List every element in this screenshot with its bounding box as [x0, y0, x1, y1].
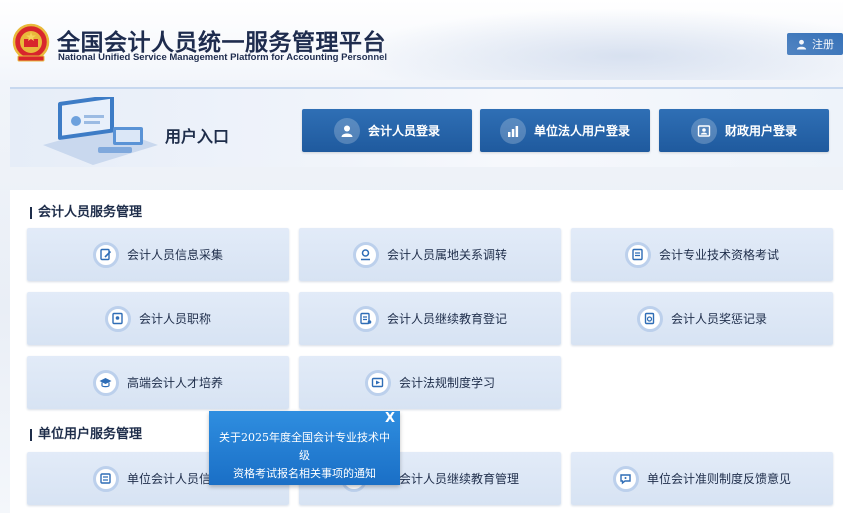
card-label: 高端会计人才培养	[126, 376, 223, 390]
card-label: 会计人员职称	[138, 312, 211, 326]
finance-login-label: 财政用户登录	[724, 124, 797, 138]
location-transfer-icon	[352, 241, 379, 268]
edit-form-icon	[92, 241, 119, 268]
user-entrance-title: 用户入口	[165, 127, 230, 146]
card-qualification-exam[interactable]: 会计专业技术资格考试	[571, 228, 833, 281]
feedback-icon	[612, 465, 639, 492]
user-entrance-banner: 用户入口 会计人员登录 单位法人用户登录 财政用户登录	[10, 87, 843, 167]
card-location-transfer[interactable]: 会计人员属地关系调转	[299, 228, 561, 281]
unit-legal-login-button[interactable]: 单位法人用户登录	[480, 109, 650, 152]
accountant-login-button[interactable]: 会计人员登录	[302, 109, 472, 152]
video-learning-icon	[364, 369, 391, 396]
user-icon	[796, 39, 807, 50]
id-card-icon	[690, 117, 717, 144]
card-unit-standards-feedback[interactable]: 单位会计准则制度反馈意见	[571, 452, 833, 505]
services-panel: 会计人员服务管理 会计人员信息采集 会计人员属地关系调转 会计专业技术资格考试 …	[10, 190, 843, 513]
close-icon[interactable]: X	[385, 412, 395, 426]
exam-registration-notice-popup[interactable]: X 关于2025年度全国会计专业技术中级 资格考试报名相关事项的通知	[209, 411, 400, 485]
unit-info-icon	[92, 465, 119, 492]
card-label: 会计人员信息采集	[126, 248, 223, 262]
card-label: 会计专业技术资格考试	[658, 248, 779, 262]
unit-legal-login-label: 单位法人用户登录	[533, 124, 630, 138]
section-title-personnel: 会计人员服务管理	[30, 206, 142, 219]
national-emblem-icon	[12, 23, 50, 62]
education-register-icon	[352, 305, 379, 332]
certificate-icon	[104, 305, 131, 332]
card-label: 会计人员继续教育登记	[386, 312, 507, 326]
award-record-icon	[636, 305, 663, 332]
card-award-record[interactable]: 会计人员奖惩记录	[571, 292, 833, 345]
register-button[interactable]: 注册	[787, 33, 843, 55]
finance-login-button[interactable]: 财政用户登录	[659, 109, 829, 152]
section-title-unit: 单位用户服务管理	[30, 428, 142, 441]
user-icon	[333, 117, 360, 144]
site-header: 全国会计人员统一服务管理平台 National Unified Service …	[0, 0, 843, 80]
card-professional-title[interactable]: 会计人员职称	[27, 292, 289, 345]
register-label: 注册	[812, 38, 834, 51]
accountant-login-label: 会计人员登录	[367, 124, 440, 138]
building-chart-icon	[499, 117, 526, 144]
card-label: 会计人员属地关系调转	[386, 248, 507, 262]
card-info-collection[interactable]: 会计人员信息采集	[27, 228, 289, 281]
card-continuing-education[interactable]: 会计人员继续教育登记	[299, 292, 561, 345]
card-high-end-talent[interactable]: 高端会计人才培养	[27, 356, 289, 409]
card-label: 单位会计准则制度反馈意见	[646, 472, 791, 486]
exam-paper-icon	[624, 241, 651, 268]
notice-text-line1: 关于2025年度全国会计专业技术中级	[219, 431, 390, 462]
computer-illustration-icon	[43, 97, 158, 165]
notice-text-line2: 资格考试报名相关事项的通知	[233, 467, 376, 480]
card-regulation-learning[interactable]: 会计法规制度学习	[299, 356, 561, 409]
card-label: 会计法规制度学习	[398, 376, 495, 390]
site-subtitle-en: National Unified Service Management Plat…	[58, 52, 388, 63]
graduation-cap-icon	[92, 369, 119, 396]
card-label: 会计人员奖惩记录	[670, 312, 767, 326]
